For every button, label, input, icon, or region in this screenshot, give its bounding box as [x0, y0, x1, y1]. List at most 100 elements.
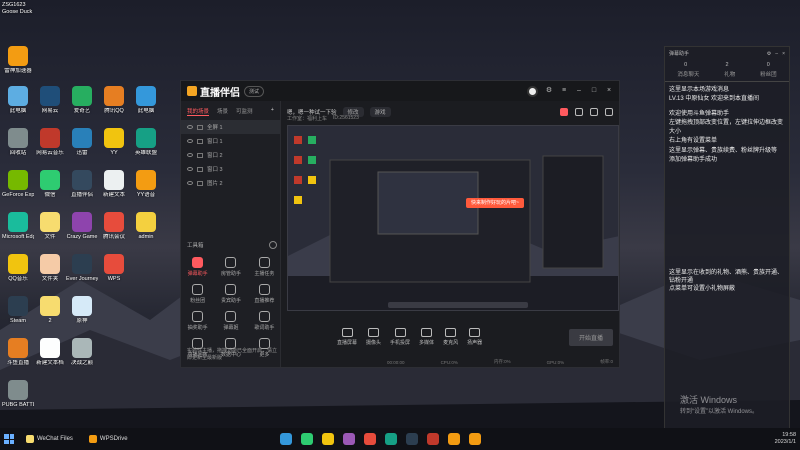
pinned-app-icon[interactable] — [343, 433, 355, 445]
toolbox-item[interactable]: 贵宾助手 — [214, 284, 247, 304]
desktop-icon[interactable]: 文件夹 — [34, 254, 66, 282]
scene-item[interactable]: 窗口 3 — [181, 162, 280, 176]
desktop-icon[interactable]: 斗鱼直播 — [2, 338, 34, 366]
taskbar-window-button[interactable]: WeChat Files — [22, 433, 77, 445]
desktop-icon[interactable]: Ever Journey — [66, 254, 98, 282]
toolbox-item[interactable]: 粉丝团 — [181, 284, 214, 304]
minimize-icon[interactable]: – — [575, 87, 583, 95]
desktop-icon[interactable]: 迅雷 — [66, 128, 98, 156]
scene-item[interactable]: 图片 2 — [181, 176, 280, 190]
toolbox-item[interactable]: 直播推荐 — [248, 284, 281, 304]
desktop-icon[interactable]: QQ音乐 — [2, 254, 34, 282]
windows-start-icon[interactable] — [4, 434, 14, 444]
tab-gifts[interactable]: 礼物 — [724, 70, 735, 78]
tab-my-scenes[interactable]: 我的场景 — [187, 107, 210, 116]
desktop-icon[interactable]: YY — [98, 128, 130, 156]
taskbar-window-button[interactable]: WPSDrive — [85, 433, 132, 445]
pinned-app-icon[interactable] — [322, 433, 334, 445]
desktop-icon[interactable]: 雷神加速器 — [2, 46, 34, 74]
desktop-icon[interactable]: 网易云音乐 — [34, 128, 66, 156]
desktop-icon[interactable]: 此电脑 — [2, 86, 34, 114]
visibility-eye-icon[interactable] — [187, 153, 193, 157]
toolbox-item[interactable]: 抽奖助手 — [181, 311, 214, 331]
desktop-icon[interactable]: GeForce Experience — [2, 170, 34, 198]
desktop-icon[interactable]: 文件 — [34, 212, 66, 240]
desktop-icon[interactable]: 腾讯会议 — [98, 212, 130, 240]
desktop-icon[interactable]: 直播伴侣 — [66, 170, 98, 198]
user-avatar[interactable] — [527, 85, 538, 97]
chat-close-icon[interactable]: × — [782, 51, 785, 57]
close-icon[interactable]: × — [605, 87, 613, 95]
chat-minimize-icon[interactable]: – — [775, 51, 778, 57]
pinned-app-icon[interactable] — [427, 433, 439, 445]
tab-monitor[interactable]: 可监测 — [236, 107, 253, 116]
pinned-app-icon[interactable] — [406, 433, 418, 445]
desktop-icon[interactable]: 此电脑 — [130, 86, 162, 114]
tip-toast[interactable]: 快来制作好玩的片吧~ — [466, 198, 524, 208]
desktop-icon-label: PUBG BATTLEGR... — [2, 402, 34, 408]
tab-fans[interactable]: 粉丝团 — [760, 70, 777, 78]
scene-item[interactable]: 窗口 2 — [181, 148, 280, 162]
toolbox-item[interactable]: 房管助手 — [214, 257, 247, 277]
system-clock[interactable]: 19:58 2023/1/1 — [775, 432, 796, 445]
settings-icon[interactable]: ⚙ — [545, 87, 553, 95]
desktop-icon[interactable]: 2 — [34, 296, 66, 324]
desktop-icon[interactable]: 回收站 — [2, 128, 34, 156]
pinned-app-icon[interactable] — [469, 433, 481, 445]
desktop-icon[interactable]: 新建文本 — [98, 170, 130, 198]
gift-icon[interactable] — [560, 108, 568, 116]
category-select[interactable]: 游戏 — [369, 107, 391, 117]
desktop-icon[interactable]: WPS — [98, 254, 130, 282]
desktop-icon[interactable]: 英雄联盟 — [130, 128, 162, 156]
desktop-icon[interactable]: PUBG BATTLEGR... — [2, 380, 34, 408]
desktop-icon[interactable]: Crazy Game — [66, 212, 98, 240]
visibility-eye-icon[interactable] — [187, 181, 193, 185]
desktop-icon[interactable]: 爱奇艺 — [66, 86, 98, 114]
toolbox-item[interactable]: 弹幕助手 — [181, 257, 214, 277]
desktop-icon[interactable]: 腾讯QQ — [98, 86, 130, 114]
toolbox-collapse-icon[interactable] — [269, 241, 277, 249]
source-control-button[interactable]: 手机投屏 — [390, 328, 410, 346]
pinned-app-icon[interactable] — [301, 433, 313, 445]
screenshot-icon[interactable] — [590, 108, 598, 116]
source-control-button[interactable]: 麦克风 — [443, 328, 458, 346]
desktop-icon[interactable]: 新建文本档 — [34, 338, 66, 366]
toolbox-item[interactable]: 歌词助手 — [248, 311, 281, 331]
stream-preview[interactable]: 快来制作好玩的片吧~ — [287, 125, 619, 311]
app-shortcut-icon — [8, 170, 28, 190]
pinned-app-icon[interactable] — [364, 433, 376, 445]
desktop-icon[interactable]: 微信 — [34, 170, 66, 198]
desktop-icon[interactable]: Microsoft Edge — [2, 212, 34, 240]
pinned-app-icon[interactable] — [385, 433, 397, 445]
source-control-button[interactable]: 多媒体 — [419, 328, 434, 346]
toolbox-item[interactable]: 主播任务 — [248, 257, 281, 277]
share-icon[interactable] — [605, 108, 613, 116]
desktop-icon[interactable]: Steam — [2, 296, 34, 324]
pinned-app-icon[interactable] — [448, 433, 460, 445]
pinned-app-icon[interactable] — [280, 433, 292, 445]
visibility-eye-icon[interactable] — [187, 167, 193, 171]
chat-settings-icon[interactable]: ⚙ — [767, 51, 771, 57]
maximize-icon[interactable]: □ — [590, 87, 598, 95]
record-icon[interactable] — [575, 108, 583, 116]
add-scene-icon[interactable]: + — [271, 107, 274, 116]
desktop-icon[interactable]: YY语音 — [130, 170, 162, 198]
scene-item[interactable]: 窗口 1 — [181, 134, 280, 148]
tab-messages[interactable]: 消息聊天 — [677, 70, 699, 78]
version-badge[interactable]: 测试 — [244, 85, 265, 97]
toolbox-item[interactable]: 弹幕姬 — [214, 311, 247, 331]
source-control-button[interactable]: 摄像头 — [366, 328, 381, 346]
visibility-eye-icon[interactable] — [187, 125, 193, 129]
tab-scenes[interactable]: 场景 — [217, 107, 228, 116]
desktop-icon[interactable]: admin — [130, 212, 162, 240]
scene-list: 全屏 1 窗口 1 窗口 2 窗口 3 图片 2 — [181, 120, 280, 190]
menu-icon[interactable]: ≡ — [560, 87, 568, 95]
source-control-button[interactable]: 扬声器 — [467, 328, 482, 346]
desktop-icon[interactable]: 网易云 — [34, 86, 66, 114]
scene-item[interactable]: 全屏 1 — [181, 120, 280, 134]
desktop-icon[interactable]: 原神 — [66, 296, 98, 324]
source-control-button[interactable]: 直播屏幕 — [337, 328, 357, 346]
start-live-button[interactable]: 开始直播 — [568, 328, 613, 346]
desktop-icon[interactable]: 决战之巅 — [66, 338, 98, 366]
visibility-eye-icon[interactable] — [187, 139, 193, 143]
